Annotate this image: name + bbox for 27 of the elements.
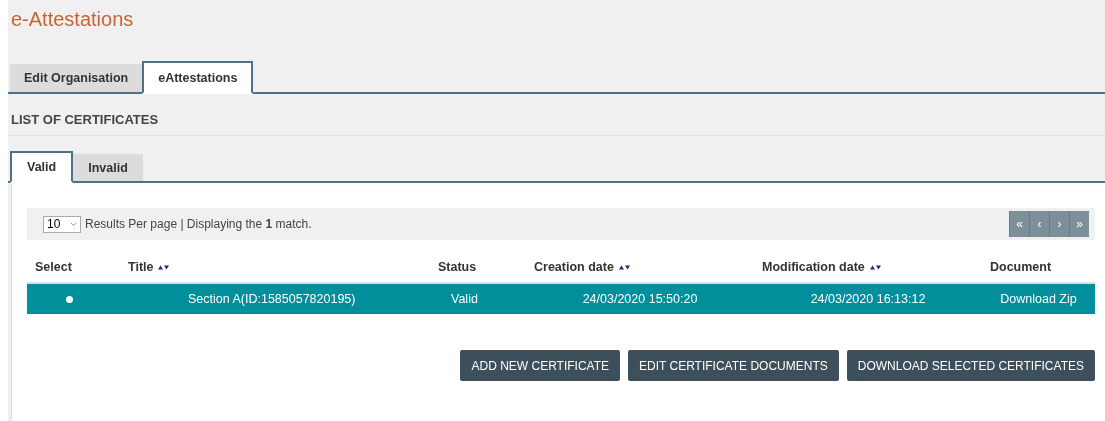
radio-button[interactable] xyxy=(66,296,73,303)
table-cell: 24/03/2020 15:50:20 xyxy=(582,292,698,306)
table-cell: Valid xyxy=(451,292,478,306)
column-header[interactable]: Modification date xyxy=(762,260,865,274)
tab[interactable]: Valid xyxy=(10,151,74,183)
table-cell: Download Zip xyxy=(1000,292,1077,306)
column-header[interactable]: Select xyxy=(35,260,72,274)
section-title: LIST OF CERTIFICATES xyxy=(8,94,1105,136)
sort-icon[interactable] xyxy=(158,265,170,271)
column-header[interactable]: Document xyxy=(990,260,1052,274)
tab[interactable]: eAttestations xyxy=(142,61,254,94)
per-page-select[interactable]: 10 xyxy=(43,215,81,233)
page-title: e-Attestations xyxy=(10,7,135,32)
tab[interactable]: Edit Organisation xyxy=(10,64,143,94)
column-header[interactable]: Creation date xyxy=(534,260,614,274)
table-cell: 24/03/2020 16:13:12 xyxy=(810,292,926,306)
chevron-icon xyxy=(70,221,77,227)
table-cell: Section A(ID:1585057820195) xyxy=(188,292,356,306)
action-button[interactable]: DOWNLOAD SELECTED CERTIFICATES xyxy=(846,350,1095,381)
results-summary: Results Per page | Displaying the 1 match. xyxy=(85,217,312,231)
column-header[interactable]: Title xyxy=(128,260,154,274)
action-button[interactable]: EDIT CERTIFICATE DOCUMENTS xyxy=(628,350,839,381)
sort-icon[interactable] xyxy=(869,265,881,271)
column-header[interactable]: Status xyxy=(438,260,477,274)
sort-icon[interactable] xyxy=(618,265,630,271)
action-button[interactable]: ADD NEW CERTIFICATE xyxy=(460,350,621,381)
tab[interactable]: Invalid xyxy=(73,154,143,183)
